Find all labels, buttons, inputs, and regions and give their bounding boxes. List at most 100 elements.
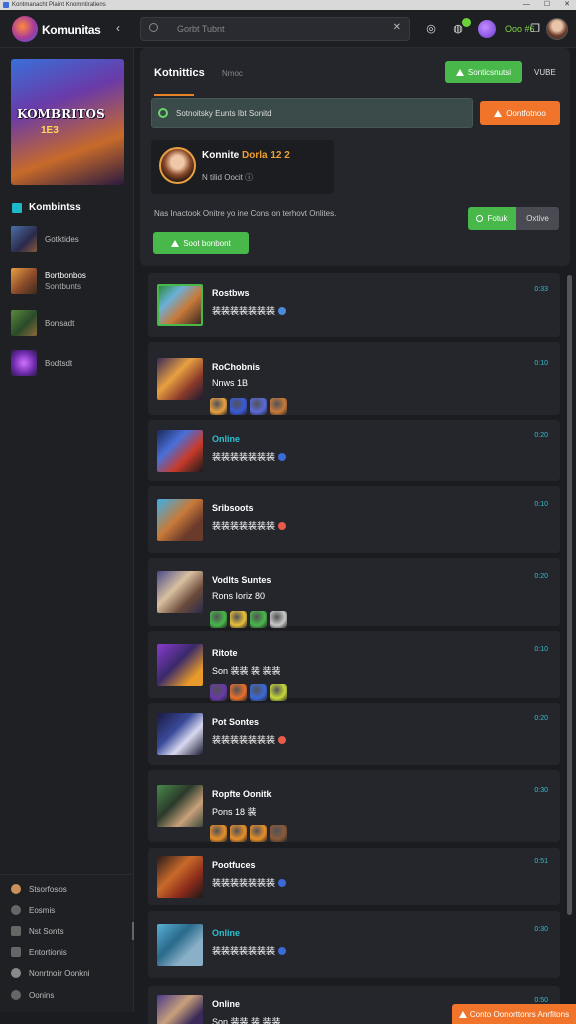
create-button-label: Soot bonbont bbox=[183, 238, 231, 248]
profile-name-text: Konnite bbox=[202, 150, 240, 161]
feed-row[interactable]: RoChobnis 0:10 Nnws 1B bbox=[148, 342, 560, 415]
feed-row[interactable]: Sribsoots 0:10 装装装装装装装 bbox=[148, 486, 560, 553]
feed-row[interactable]: Vodlts Suntes 0:20 Rons Ioriz 80 bbox=[148, 558, 560, 628]
game-badge-icon[interactable] bbox=[250, 684, 267, 701]
sidebar-item-4[interactable]: Bodtsdt bbox=[11, 349, 129, 377]
window-title: Kontmanacht Plaint Knomntiratiens bbox=[12, 2, 106, 8]
banner-subtitle: 1E3 bbox=[41, 125, 59, 136]
game-badge-icon[interactable] bbox=[270, 825, 287, 842]
profile-card[interactable]: Konnite Dorla 12 2 N tilid Oocit ⓘ bbox=[151, 140, 334, 194]
user-icon bbox=[11, 968, 21, 978]
minimize-icon[interactable]: — bbox=[523, 0, 530, 10]
triangle-icon bbox=[458, 1010, 467, 1018]
feed-row[interactable]: Pootfuces 0:51 装装装装装装装 bbox=[148, 848, 560, 905]
clear-search-icon[interactable]: ✕ bbox=[393, 22, 401, 33]
feed-scrollbar[interactable] bbox=[565, 275, 573, 1020]
post-subtitle: Nnws 1B bbox=[212, 378, 248, 388]
toggle-option-active[interactable]: Fotuk bbox=[468, 207, 516, 230]
game-badge-icon[interactable] bbox=[230, 825, 247, 842]
brand-name: Komunitas bbox=[42, 23, 101, 37]
sidebar-item-2[interactable]: Bortbonbos Sontbunts bbox=[11, 267, 129, 295]
game-badge-icon[interactable] bbox=[250, 398, 267, 415]
sidebar-scrollbar[interactable] bbox=[132, 922, 134, 940]
vibe-label[interactable]: VUBE bbox=[534, 68, 556, 77]
community-banner-image[interactable]: KOMBRITOS 1E3 bbox=[11, 59, 124, 185]
sidebar-section-header[interactable]: Kombintss bbox=[12, 202, 81, 213]
status-avatar[interactable] bbox=[478, 20, 496, 38]
post-subtitle-text: Nnws 1B bbox=[212, 378, 249, 388]
brand-logo-icon[interactable] bbox=[12, 16, 38, 42]
gamepad-icon[interactable]: ◎ bbox=[423, 21, 439, 37]
post-time: 0:10 bbox=[534, 646, 548, 653]
sidebar-bottom-item-5[interactable]: Nonrtnoir Oonkni bbox=[11, 965, 129, 981]
info-icon[interactable]: ⓘ bbox=[245, 173, 253, 182]
feed-row[interactable]: Online 0:20 装装装装装装装 bbox=[148, 420, 560, 481]
collapse-sidebar-icon[interactable]: ‹ bbox=[116, 21, 120, 35]
sidebar-bottom-item-3[interactable]: Nst Sonts bbox=[11, 923, 129, 939]
join-button-label: Sonticsnutsi bbox=[467, 67, 512, 77]
game-badge-icon[interactable] bbox=[230, 684, 247, 701]
post-time: 0:10 bbox=[534, 360, 548, 367]
post-thumbnail[interactable] bbox=[157, 358, 203, 400]
sidebar-item-1[interactable]: Gotktides bbox=[11, 225, 129, 253]
game-badge-icon[interactable] bbox=[250, 825, 267, 842]
game-badge-icon[interactable] bbox=[210, 684, 227, 701]
post-subtitle: 装装装装装装装 bbox=[212, 733, 287, 746]
game-badge-icon[interactable] bbox=[210, 398, 227, 415]
post-thumbnail[interactable] bbox=[157, 499, 203, 541]
orange-action-button[interactable]: Oontfotnoo bbox=[480, 101, 560, 125]
copy-icon[interactable]: ❐ bbox=[527, 21, 543, 37]
game-badge-icon[interactable] bbox=[210, 825, 227, 842]
sidebar-bottom-item-2[interactable]: Eosmis bbox=[11, 902, 129, 918]
post-subtitle: 装装装装装装装 bbox=[212, 519, 287, 532]
game-badge-icon[interactable] bbox=[270, 611, 287, 628]
feed-row[interactable]: Pot Sontes 0:20 装装装装装装装 bbox=[148, 703, 560, 765]
toggle-option-inactive[interactable]: Oxtive bbox=[516, 207, 559, 230]
feed-scrollbar-thumb[interactable] bbox=[567, 275, 572, 915]
post-thumbnail[interactable] bbox=[157, 785, 203, 827]
feed-row[interactable]: Rostbws 0:33 装装装装装装装 bbox=[148, 273, 560, 337]
post-subtitle-text: Rons Ioriz 80 bbox=[212, 591, 266, 601]
game-badge-icon[interactable] bbox=[230, 611, 247, 628]
user-avatar[interactable] bbox=[546, 18, 568, 40]
post-time: 0:20 bbox=[534, 715, 548, 722]
game-badge-icon[interactable] bbox=[270, 684, 287, 701]
post-thumbnail[interactable] bbox=[157, 995, 203, 1024]
filter-toggle: Fotuk Oxtive bbox=[468, 207, 559, 230]
sidebar-bottom-item-4[interactable]: Entortionis bbox=[11, 944, 129, 960]
sidebar-item-label: Bortbonbos bbox=[45, 271, 86, 280]
create-post-button[interactable]: Soot bonbont bbox=[153, 232, 249, 254]
close-icon[interactable]: ✕ bbox=[564, 0, 570, 10]
sidebar-bottom-item-6[interactable]: Oonins bbox=[11, 987, 129, 1003]
sidebar-item-thumbnail bbox=[11, 350, 37, 376]
game-badge-icon[interactable] bbox=[210, 611, 227, 628]
post-thumbnail[interactable] bbox=[157, 644, 203, 686]
profile-avatar bbox=[159, 147, 196, 184]
search-input[interactable]: Gorbt Tubnt ✕ bbox=[140, 17, 410, 41]
sidebar-item-3[interactable]: Bonsadt bbox=[11, 309, 129, 337]
feed-row[interactable]: Ropfte Oonitk 0:30 Pons 18 装 bbox=[148, 770, 560, 842]
sidebar-bottom-item-1[interactable]: Stsorfosos bbox=[11, 881, 129, 897]
post-thumbnail[interactable] bbox=[157, 856, 203, 898]
notification-toast[interactable]: Conto Oonorttonrs Anrfitons bbox=[452, 1004, 576, 1024]
post-thumbnail[interactable] bbox=[157, 571, 203, 613]
os-titlebar: Kontmanacht Plaint Knomntiratiens — ☐ ✕ bbox=[0, 0, 576, 10]
sidebar-item-sublabel: Sontbunts bbox=[45, 282, 82, 291]
status-dot-icon bbox=[278, 947, 287, 955]
post-thumbnail[interactable] bbox=[157, 430, 203, 472]
game-badge-icon[interactable] bbox=[230, 398, 247, 415]
post-thumbnail[interactable] bbox=[157, 284, 203, 326]
game-badge-icon[interactable] bbox=[250, 611, 267, 628]
feed-row[interactable]: Ritote 0:10 Son 装装 装 装装 bbox=[148, 631, 560, 701]
profile-meta-text: N tilid Oocit bbox=[202, 173, 243, 182]
game-badge-icon[interactable] bbox=[270, 398, 287, 415]
status-dot-icon bbox=[278, 879, 287, 887]
triangle-icon bbox=[494, 109, 503, 117]
join-button[interactable]: Sonticsnutsi bbox=[445, 61, 522, 83]
maximize-icon[interactable]: ☐ bbox=[544, 0, 550, 10]
status-dot-icon bbox=[278, 522, 287, 530]
post-thumbnail[interactable] bbox=[157, 713, 203, 755]
app-icon bbox=[3, 2, 9, 8]
feed-row[interactable]: Online 0:30 装装装装装装装 bbox=[148, 911, 560, 978]
post-thumbnail[interactable] bbox=[157, 924, 203, 966]
